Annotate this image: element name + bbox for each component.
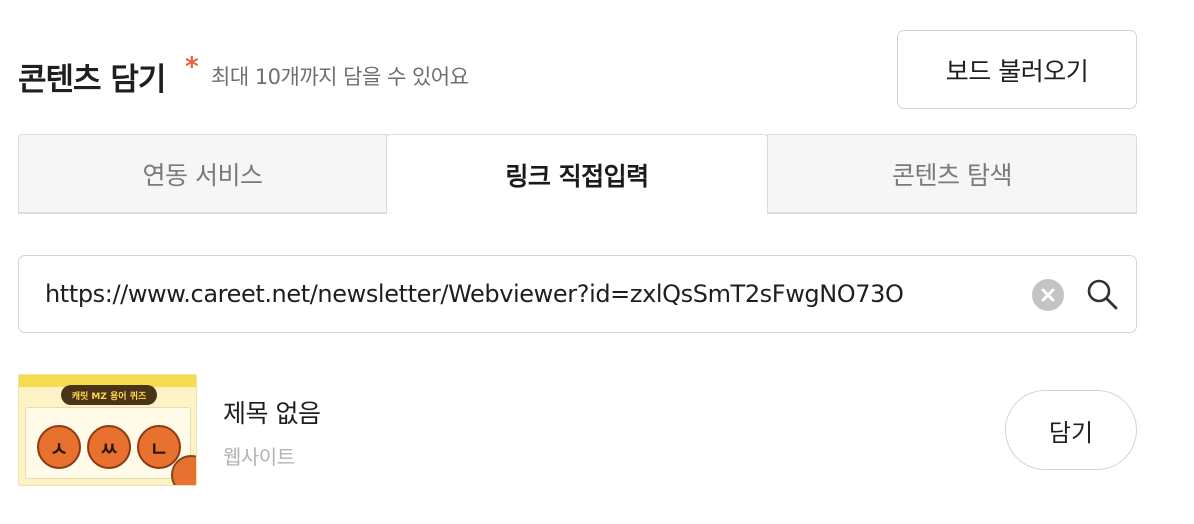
- source-tabs: 연동 서비스 콘텐츠 탐색 링크 직접입력: [18, 134, 1137, 214]
- add-content-button[interactable]: 담기: [1005, 390, 1137, 470]
- clear-circle-icon[interactable]: [1032, 279, 1064, 311]
- link-input[interactable]: [45, 256, 1025, 331]
- thumbnail-letter: ㅅ: [37, 425, 81, 469]
- result-type-label: 웹사이트: [223, 445, 295, 469]
- link-result-item: 캐릿 MZ 용어 퀴즈 ㅅ ㅆ ㄴ 제목 없음 웹사이트 담기: [18, 374, 1137, 486]
- limit-hint: 최대 10개까지 담을 수 있어요: [211, 65, 469, 89]
- tab-content-explore[interactable]: 콘텐츠 탐색: [767, 134, 1137, 214]
- tab-linked-service[interactable]: 연동 서비스: [18, 134, 387, 214]
- result-thumbnail: 캐릿 MZ 용어 퀴즈 ㅅ ㅆ ㄴ: [18, 374, 197, 486]
- page-header: 콘텐츠 담기 * 최대 10개까지 담을 수 있어요 보드 불러오기: [18, 30, 1137, 110]
- link-search-box: [18, 255, 1137, 333]
- required-mark: *: [185, 52, 199, 82]
- page-title: 콘텐츠 담기: [18, 62, 166, 98]
- thumbnail-badge: 캐릿 MZ 용어 퀴즈: [61, 385, 157, 405]
- result-title: 제목 없음: [223, 399, 321, 428]
- thumbnail-letter: ㅆ: [87, 425, 131, 469]
- tab-direct-link[interactable]: 링크 직접입력: [386, 134, 768, 214]
- load-board-button[interactable]: 보드 불러오기: [897, 30, 1137, 109]
- search-icon[interactable]: [1084, 276, 1120, 312]
